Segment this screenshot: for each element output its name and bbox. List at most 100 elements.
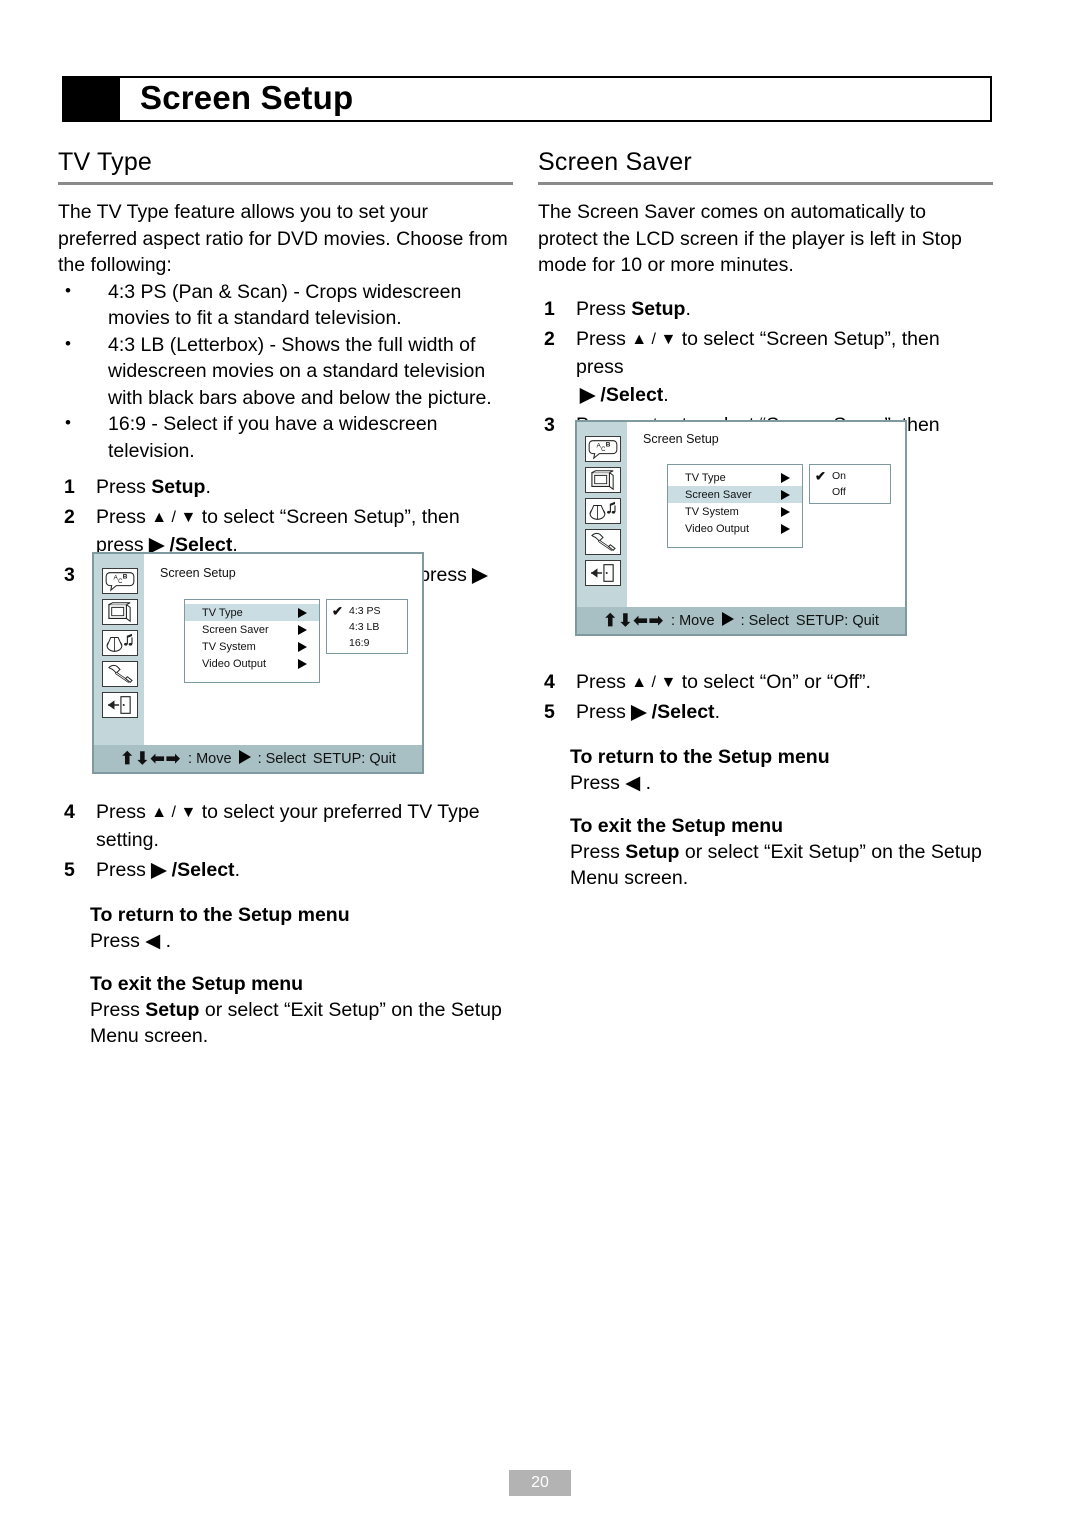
osd-menu-list: TV Type Screen Saver TV System Video Out… — [667, 464, 803, 548]
step-text-pre: Press — [576, 701, 632, 723]
left-column-lower: 4 Press ▲ / ▼ to select your preferred T… — [58, 798, 513, 1050]
osd-submenu-screen-saver-options: ✔ On Off — [809, 464, 891, 504]
osd-status-move-label: : Move — [188, 750, 232, 767]
step-item: 1 Press Setup. — [58, 473, 508, 501]
step-number: 1 — [544, 297, 555, 320]
step-text-post: . — [663, 383, 669, 406]
step-item: 5 Press ▶ /Select. — [58, 856, 513, 884]
osd-submenu-option[interactable]: Off — [810, 484, 890, 500]
tv-type-steps-bottom: 4 Press ▲ / ▼ to select your preferred T… — [58, 798, 513, 884]
setup-button-label: Setup — [631, 297, 686, 320]
osd-menu-item-tv-type[interactable]: TV Type — [185, 604, 319, 621]
step-number: 3 — [544, 413, 555, 436]
language-bubble-icon[interactable]: ACB — [102, 568, 138, 594]
step-item: 1 Press Setup. — [538, 295, 988, 323]
osd-screenshot-screen-saver: Screen Setup ACB TV Type Screen Saver TV… — [575, 420, 907, 636]
osd-menu-item-video-output[interactable]: Video Output — [185, 655, 319, 672]
exit-setup-body: Press Setup or select “Exit Setup” on th… — [58, 997, 513, 1050]
select-button-label: ▶ /Select — [580, 383, 664, 406]
check-icon: ✔ — [332, 603, 343, 619]
language-bubble-icon[interactable]: ACB — [585, 436, 621, 462]
osd-menu-item-label: TV System — [685, 505, 739, 518]
step-number: 4 — [544, 671, 555, 693]
exit-door-icon[interactable] — [102, 692, 138, 718]
hammer-tools-icon[interactable] — [585, 529, 621, 555]
tv-monitor-icon[interactable] — [585, 467, 621, 493]
step-item: 4 Press ▲ / ▼ to select your preferred T… — [58, 798, 513, 854]
select-button-label: ▶ /Select — [631, 701, 715, 723]
section-rule — [58, 182, 513, 185]
osd-submenu-option[interactable]: 16:9 — [327, 635, 407, 651]
osd-menu-item-screen-saver[interactable]: Screen Saver — [185, 621, 319, 638]
direction-arrows-icon: ⬆⬇⬅➡ — [603, 610, 665, 630]
audio-speaker-icon[interactable] — [585, 498, 621, 524]
exit-door-icon[interactable] — [585, 560, 621, 586]
exit-setup-body: Press Setup or select “Exit Setup” on th… — [538, 839, 993, 892]
osd-status-quit-label: SETUP: Quit — [795, 612, 879, 629]
step-text-pre: Press — [576, 327, 632, 350]
list-item-text: 4:3 PS (Pan & Scan) - Crops widescreen m… — [108, 280, 462, 330]
page-number: 20 — [509, 1470, 571, 1496]
chevron-right-icon — [298, 658, 307, 669]
chevron-right-icon — [781, 472, 790, 483]
svg-text:B: B — [123, 574, 128, 581]
step-text-pre: Press — [96, 801, 152, 823]
audio-speaker-icon[interactable] — [102, 630, 138, 656]
step-number: 4 — [64, 801, 75, 823]
step-text-pre: Press — [96, 476, 152, 498]
setup-button-label: Setup — [145, 998, 200, 1021]
step-text-pre: Press — [96, 859, 152, 881]
osd-menu-item-tv-system[interactable]: TV System — [185, 638, 319, 655]
step-text-pre: Press — [576, 671, 632, 693]
step-item: 4 Press ▲ / ▼ to select “On” or “Off”. — [538, 668, 993, 696]
step-text-bold: Setup — [151, 476, 206, 498]
osd-submenu-option[interactable]: ✔ On — [810, 468, 890, 484]
title-black-square — [64, 78, 120, 120]
section-heading-screen-saver: Screen Saver — [538, 148, 692, 176]
list-item: • 4:3 PS (Pan & Scan) - Crops widescreen … — [58, 279, 508, 332]
up-down-arrows-icon: ▲ / ▼ — [151, 804, 197, 821]
chevron-right-icon — [781, 523, 790, 534]
osd-menu-item-video-output[interactable]: Video Output — [668, 520, 802, 537]
list-item-text: 16:9 - Select if you have a widescreen t… — [108, 413, 438, 462]
osd-menu-list: TV Type Screen Saver TV System Video Out… — [184, 599, 320, 683]
osd-submenu-option-label: 4:3 LB — [349, 621, 380, 633]
step-text-post: . — [205, 476, 211, 498]
osd-menu-item-screen-saver[interactable]: Screen Saver — [668, 486, 802, 503]
osd-status-quit-label: SETUP: Quit — [312, 750, 396, 767]
osd-submenu-option-label: 4:3 PS — [349, 605, 381, 617]
osd-status-select-label: : Select — [740, 612, 789, 629]
osd-menu-item-label: Screen Saver — [685, 488, 752, 501]
exit-body-pre: Press — [90, 998, 146, 1021]
right-column-lower: 4 Press ▲ / ▼ to select “On” or “Off”. 5… — [538, 668, 993, 892]
osd-menu-item-label: Video Output — [202, 657, 267, 670]
exit-setup-heading: To exit the Setup menu — [570, 814, 784, 837]
step-text-mid: to select “On” or “Off”. — [676, 671, 871, 693]
exit-body-pre: Press — [570, 840, 626, 863]
step-number: 2 — [544, 327, 555, 350]
tv-monitor-icon[interactable] — [102, 599, 138, 625]
osd-menu-item-label: Video Output — [685, 522, 750, 535]
hammer-tools-icon[interactable] — [102, 661, 138, 687]
osd-status-bar: ⬆⬇⬅➡ : Move : Select SETUP: Quit — [577, 607, 905, 634]
osd-icon-column: ACB — [102, 568, 138, 723]
step-number: 1 — [64, 476, 75, 498]
osd-menu-item-tv-type[interactable]: TV Type — [668, 469, 802, 486]
page-title: Screen Setup — [140, 79, 354, 117]
tv-type-intro: The TV Type feature allows you to set yo… — [58, 201, 508, 276]
osd-submenu-option[interactable]: 4:3 LB — [327, 619, 407, 635]
up-down-arrows-icon: ▲ / ▼ — [631, 674, 677, 691]
osd-title: Screen Setup — [643, 432, 719, 446]
list-item-text: 4:3 LB (Letterbox) - Shows the full widt… — [108, 333, 492, 409]
osd-submenu-tv-type-options: ✔ 4:3 PS 4:3 LB 16:9 — [326, 599, 408, 654]
osd-submenu-option-label: 16:9 — [349, 637, 370, 649]
osd-menu-item-tv-system[interactable]: TV System — [668, 503, 802, 520]
play-triangle-icon — [721, 612, 734, 629]
select-button-label: ▶ /Select — [151, 859, 235, 881]
bullet-icon: • — [65, 333, 71, 353]
osd-submenu-option[interactable]: ✔ 4:3 PS — [327, 603, 407, 619]
step-text-post: . — [234, 859, 240, 881]
chevron-right-icon — [298, 641, 307, 652]
section-rule — [538, 182, 993, 185]
direction-arrows-icon: ⬆⬇⬅➡ — [120, 748, 182, 768]
